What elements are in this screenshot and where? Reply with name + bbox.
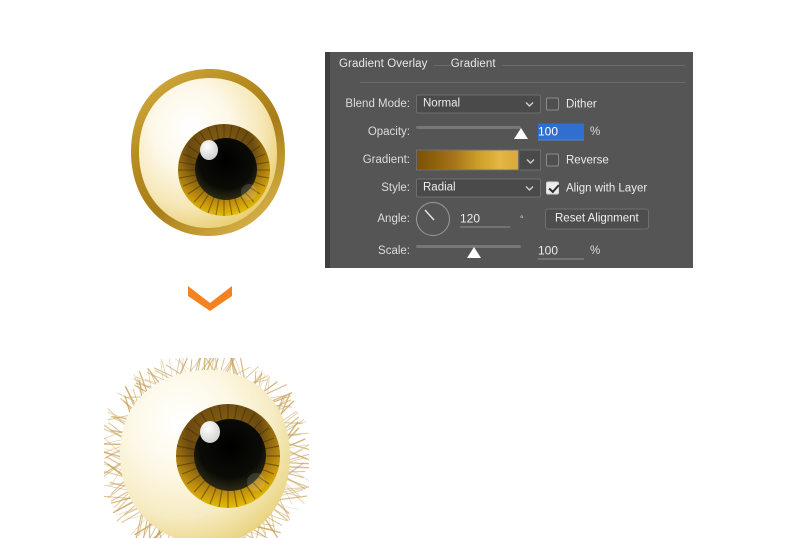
blend-mode-select[interactable]: Normal (416, 95, 541, 114)
checkbox-box (546, 154, 559, 167)
style-label: Style: (330, 182, 410, 194)
opacity-input[interactable]: 100 (538, 124, 584, 141)
angle-dial[interactable] (416, 202, 450, 236)
panel-header: Gradient Overlay Gradient (330, 52, 693, 70)
chevron-down-icon (186, 283, 234, 311)
angle-unit: ° (520, 214, 524, 224)
dither-label: Dither (566, 98, 597, 110)
checkbox-box (546, 182, 559, 195)
panel-subtitle: Gradient (451, 58, 502, 70)
scale-unit: % (590, 245, 600, 257)
row-blend-mode: Blend Mode: Normal Dither (330, 90, 693, 118)
slider-thumb[interactable] (514, 128, 528, 139)
style-select[interactable]: Radial (416, 179, 541, 198)
scale-input[interactable]: 100 (538, 243, 584, 260)
angle-input[interactable]: 120 (460, 211, 510, 228)
header-divider-2 (360, 82, 685, 83)
reverse-label: Reverse (566, 154, 609, 166)
opacity-slider[interactable] (416, 124, 521, 140)
eyeball-top-svg (118, 62, 293, 242)
eye-highlight (200, 421, 220, 443)
scale-slider[interactable] (416, 243, 521, 259)
dither-checkbox[interactable]: Dither (546, 98, 597, 111)
row-opacity: Opacity: 100 % (330, 118, 693, 146)
chevron-down-icon (525, 184, 534, 193)
reset-alignment-button[interactable]: Reset Alignment (545, 209, 649, 230)
blend-mode-label: Blend Mode: (330, 98, 410, 110)
opacity-unit: % (590, 126, 600, 138)
align-with-layer-label: Align with Layer (566, 182, 647, 194)
gradient-swatch[interactable] (416, 150, 519, 171)
angle-dial-needle (416, 202, 452, 238)
eyeball-illustration-without-lashes (118, 62, 293, 242)
row-scale: Scale: 100 % (330, 236, 693, 266)
panel-title: Gradient Overlay (339, 58, 434, 70)
gradient-overlay-panel: Gradient Overlay Gradient Blend Mode: No… (325, 52, 693, 268)
row-style: Style: Radial Align with Layer (330, 174, 693, 202)
eye-secondary-highlight (241, 184, 257, 200)
checkbox-box (546, 98, 559, 111)
reverse-checkbox[interactable]: Reverse (546, 154, 609, 167)
angle-label: Angle: (330, 213, 410, 225)
chevron-down-icon (525, 100, 534, 109)
panel-rows: Blend Mode: Normal Dither Opacity: 100 % (330, 90, 693, 266)
blend-mode-value: Normal (423, 98, 460, 110)
chevron-down-arrow (186, 283, 234, 311)
eye-highlight (200, 140, 218, 160)
gradient-label: Gradient: (330, 154, 410, 166)
row-angle: Angle: 120 ° Reset Alignment (330, 202, 693, 236)
opacity-label: Opacity: (330, 126, 410, 138)
row-gradient: Gradient: Reverse (330, 146, 693, 174)
slider-track (416, 126, 521, 129)
scale-label: Scale: (330, 245, 410, 257)
style-value: Radial (423, 182, 456, 194)
align-with-layer-checkbox[interactable]: Align with Layer (546, 182, 647, 195)
eye-secondary-highlight (247, 473, 265, 491)
gradient-preset-dropdown[interactable] (520, 150, 541, 171)
eyeball-bottom-svg (104, 358, 309, 538)
eyeball-illustration-with-lashes (104, 358, 309, 538)
slider-thumb[interactable] (467, 247, 481, 258)
